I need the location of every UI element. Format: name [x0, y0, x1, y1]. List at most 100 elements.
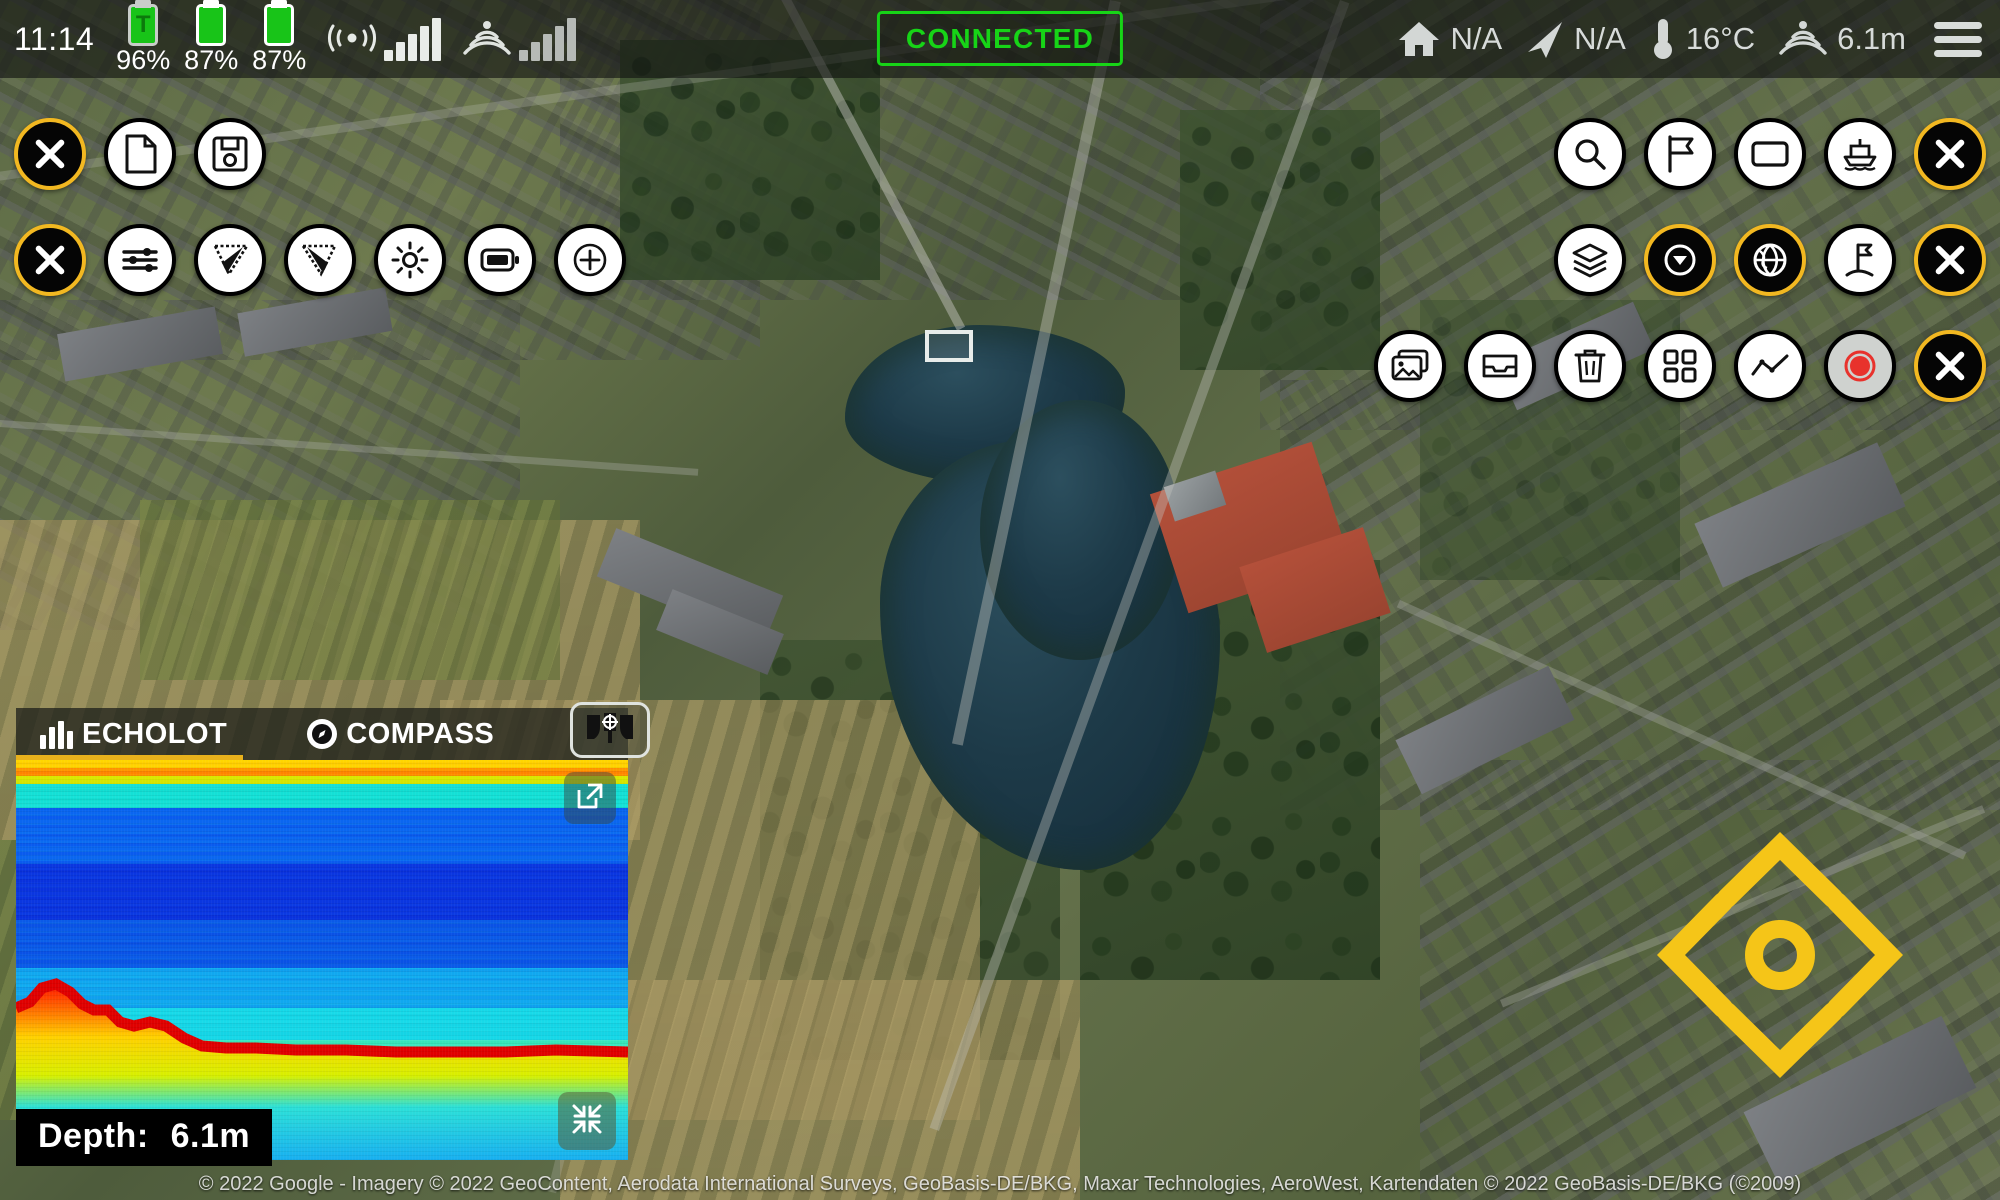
close-x-icon [1933, 243, 1967, 277]
sonar-depth-item: 6.1m [1777, 18, 1906, 60]
gallery-button[interactable] [1374, 330, 1446, 402]
tab-compass[interactable]: COMPASS [301, 708, 500, 760]
tab-echolot-label: ECHOLOT [82, 717, 228, 750]
file-icon [123, 134, 157, 174]
sonar-panel: ECHOLOT COMPASS Depth: 6.1m [15, 702, 650, 1166]
satellite-globe-button[interactable] [1734, 224, 1806, 296]
close-left-row1-button[interactable] [14, 118, 86, 190]
depth-label-text: Depth: [38, 1117, 149, 1155]
tab-echolot[interactable]: ECHOLOT [15, 708, 244, 760]
center-position-button[interactable] [1644, 224, 1716, 296]
map-attribution: © 2022 Google - Imagery © 2022 GeoConten… [198, 1173, 1802, 1195]
boat-battery-2: 87% [248, 4, 310, 74]
depth-value-text: 6.1m [170, 1117, 251, 1155]
layers-icon [1571, 242, 1609, 278]
bar-chart-icon [40, 719, 73, 749]
close-left-row2-button[interactable] [14, 224, 86, 296]
tablet-battery-pct: 96% [116, 45, 171, 75]
expand-panel-button[interactable] [564, 772, 616, 824]
battery-group: T 96% 87% 87% [112, 4, 310, 74]
compass-icon [307, 719, 338, 749]
boat-button[interactable] [1824, 118, 1896, 190]
boat-battery-1-pct: 87% [184, 45, 239, 75]
sonar-beam-right-button[interactable] [284, 224, 356, 296]
expand-external-icon [575, 781, 605, 816]
navigation-arrow-icon [1522, 18, 1566, 60]
target-diamond-marker[interactable] [1645, 820, 1915, 1090]
sonar-beam-left-button[interactable] [194, 224, 266, 296]
close-right-row1-button[interactable] [1914, 118, 1986, 190]
marker-flag-button[interactable] [1824, 224, 1896, 296]
right-toolbar-row-1 [1554, 118, 1986, 190]
status-badge: CONNECTED [876, 11, 1124, 66]
tab-compass-label: COMPASS [346, 717, 495, 750]
trash-icon [1573, 347, 1607, 385]
gps-distance-item: N/A [1522, 18, 1626, 60]
new-file-button[interactable] [104, 118, 176, 190]
sonar-wave-icon [1777, 18, 1829, 60]
search-icon [1572, 136, 1608, 172]
sonar-depth-value: 6.1m [1837, 21, 1906, 56]
app-root: 11:14 T 96% 87% 87% CONNECTED N/A N/A 16… [0, 0, 2000, 1200]
sonar-cone-left-icon [209, 241, 251, 279]
tablet-battery-letter: T [135, 11, 151, 38]
gps-distance-value: N/A [1574, 21, 1626, 56]
clock: 11:14 [14, 20, 95, 57]
close-x-icon [1933, 349, 1967, 383]
sun-brightness-icon [391, 241, 429, 279]
collapse-panel-button[interactable] [558, 1092, 616, 1150]
brightness-button[interactable] [374, 224, 446, 296]
right-toolbar-row-3 [1374, 330, 1986, 402]
golf-flag-icon [1841, 241, 1879, 279]
settings-sliders-button[interactable] [104, 224, 176, 296]
battery-icon [480, 247, 520, 273]
wifi-icon [326, 17, 378, 61]
hamburger-menu-icon[interactable] [1934, 21, 1982, 57]
right-toolbar-row-2 [1554, 224, 1986, 296]
radar-icon [461, 17, 513, 61]
flag-icon [1662, 135, 1698, 173]
boat-battery-1: 87% [180, 4, 242, 74]
battery-button[interactable] [464, 224, 536, 296]
temperature-item: 16°C [1648, 16, 1755, 62]
map-layers-button[interactable] [1554, 224, 1626, 296]
close-right-row3-button[interactable] [1914, 330, 1986, 402]
close-x-icon [33, 243, 67, 277]
boat-top-view-icon [584, 709, 636, 752]
home-icon [1396, 18, 1442, 60]
home-distance-value: N/A [1450, 21, 1503, 56]
sonar-echogram[interactable] [16, 760, 628, 1160]
inbox-tray-icon [1481, 349, 1519, 383]
globe-icon [1751, 241, 1789, 279]
search-button[interactable] [1554, 118, 1626, 190]
floppy-save-icon [211, 135, 249, 173]
thermometer-icon [1648, 16, 1678, 62]
area-rectangle-button[interactable] [1734, 118, 1806, 190]
sonar-cone-right-icon [299, 241, 341, 279]
waypoint-flag-button[interactable] [1644, 118, 1716, 190]
grid-view-button[interactable] [1644, 330, 1716, 402]
signal-bars-icon-2 [519, 17, 577, 61]
inbox-button[interactable] [1464, 330, 1536, 402]
left-toolbar-row-2 [14, 224, 626, 296]
save-button[interactable] [194, 118, 266, 190]
left-toolbar-row-1 [14, 118, 266, 190]
close-right-row2-button[interactable] [1914, 224, 1986, 296]
status-bar-left: 11:14 T 96% 87% 87% [0, 4, 577, 74]
tablet-battery: T 96% [112, 4, 174, 74]
boat-top-view-button[interactable] [570, 702, 650, 758]
zoom-in-button[interactable] [554, 224, 626, 296]
record-button[interactable] [1824, 330, 1896, 402]
boat-rectangle-marker[interactable] [925, 330, 973, 362]
delete-button[interactable] [1554, 330, 1626, 402]
close-x-icon [1933, 137, 1967, 171]
connection-status-wrap: CONNECTED [876, 11, 1124, 66]
chart-button[interactable] [1734, 330, 1806, 402]
depth-readout: Depth: 6.1m [16, 1109, 273, 1166]
status-bar-right: N/A N/A 16°C 6.1m [1396, 16, 2000, 62]
rectangle-icon [1750, 139, 1790, 169]
plus-circle-icon [571, 241, 609, 279]
sonar-tabs: ECHOLOT COMPASS [15, 702, 650, 760]
photo-gallery-icon [1390, 348, 1430, 384]
grid-icon [1662, 348, 1698, 384]
